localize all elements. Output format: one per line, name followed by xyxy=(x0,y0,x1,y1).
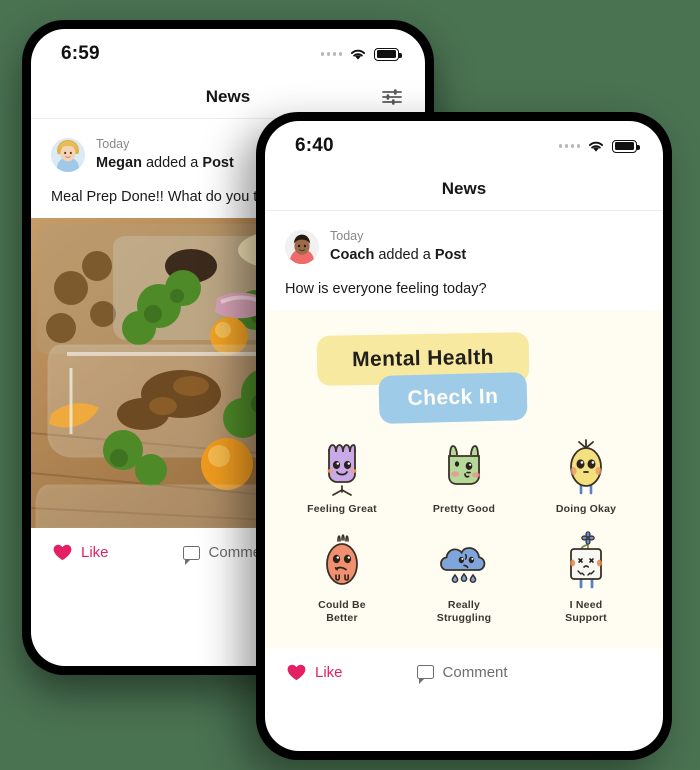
post-meta-front: Today Coach added a Post xyxy=(330,229,466,265)
heart-icon xyxy=(287,664,306,680)
signal-dots-icon xyxy=(558,144,580,148)
mental-health-check-in-graphic: Mental Health Check In Feeling Great Pre… xyxy=(265,310,663,648)
check-in-banners: Mental Health Check In xyxy=(281,332,647,428)
mood-option-i-need-support[interactable]: I Need Support xyxy=(525,530,647,625)
phone-front: 6:40 News Today Coach added a Post How i… xyxy=(256,112,672,760)
mood-label: Pretty Good xyxy=(432,503,496,516)
mood-label: Could Be Better xyxy=(318,599,366,625)
battery-full-icon xyxy=(612,139,640,153)
wifi-icon xyxy=(588,141,604,152)
post-action-middle: added a xyxy=(374,246,435,263)
banner-mental-health-label: Mental Health xyxy=(351,345,495,372)
mood-pretty-good-icon xyxy=(433,434,495,496)
post-action-middle: added a xyxy=(141,154,203,171)
mood-i-need-support-icon xyxy=(555,530,617,592)
status-icons xyxy=(320,47,402,61)
comment-bubble-icon xyxy=(182,545,200,565)
status-icons xyxy=(558,139,640,153)
signal-dots-icon xyxy=(320,52,342,56)
post-action-type: Post xyxy=(434,246,467,263)
mood-option-could-be-better[interactable]: Could Be Better xyxy=(281,530,403,625)
comment-bubble-icon xyxy=(416,665,434,685)
post-author: Coach xyxy=(330,246,375,263)
banner-check-in: Check In xyxy=(378,372,528,425)
mood-really-struggling-icon xyxy=(433,530,495,592)
mood-option-doing-okay[interactable]: Doing Okay xyxy=(525,434,647,516)
mood-options-grid: Feeling Great Pretty Good Doing Okay Cou… xyxy=(281,434,647,625)
status-bar-back: 6:59 xyxy=(31,29,425,75)
banner-check-in-label: Check In xyxy=(407,385,499,411)
avatar-coach[interactable] xyxy=(285,230,319,265)
heart-icon xyxy=(53,544,72,561)
mood-doing-okay-icon xyxy=(555,434,617,496)
avatar-megan[interactable] xyxy=(51,138,85,173)
post-body-front: How is everyone feeling today? xyxy=(285,281,487,298)
mood-could-be-better-icon xyxy=(311,530,373,592)
post-header-front: Today Coach added a Post xyxy=(265,211,663,265)
post-byline: Megan added a Post xyxy=(96,154,234,174)
wifi-icon xyxy=(350,49,366,60)
like-button-back[interactable]: Like xyxy=(53,544,109,561)
page-title: News xyxy=(205,86,251,106)
mood-label: Really Struggling xyxy=(436,599,492,625)
phone-front-screen: 6:40 News Today Coach added a Post How i… xyxy=(265,121,663,751)
status-clock: 6:40 xyxy=(295,135,334,156)
post-timestamp: Today xyxy=(96,137,130,151)
comment-button-front[interactable]: Comment xyxy=(416,663,508,685)
mood-label: I Need Support xyxy=(565,599,607,625)
mood-feeling-great-icon xyxy=(311,434,373,497)
mood-option-really-struggling[interactable]: Really Struggling xyxy=(403,530,525,625)
page-title: News xyxy=(441,178,487,198)
mood-option-pretty-good[interactable]: Pretty Good xyxy=(403,434,525,516)
post-meta-back: Today Megan added a Post xyxy=(96,137,234,173)
filter-sliders-icon[interactable] xyxy=(381,87,403,107)
post-byline: Coach added a Post xyxy=(330,246,466,266)
post-action-type: Post xyxy=(202,154,234,171)
mood-option-feeling-great[interactable]: Feeling Great xyxy=(281,434,403,516)
action-bar-front: Like Comment xyxy=(265,647,663,697)
mood-label: Doing Okay xyxy=(555,503,617,516)
nav-bar-front: News xyxy=(265,167,663,211)
like-button-front[interactable]: Like xyxy=(287,664,343,681)
comment-label: Comment xyxy=(442,663,508,681)
post-author: Megan xyxy=(96,154,142,171)
like-label: Like xyxy=(315,663,343,681)
like-label: Like xyxy=(81,544,109,562)
battery-full-icon xyxy=(374,47,402,61)
mood-label: Feeling Great xyxy=(307,503,377,516)
status-clock: 6:59 xyxy=(61,43,100,64)
status-bar-front: 6:40 xyxy=(265,121,663,167)
post-timestamp: Today xyxy=(330,229,364,243)
